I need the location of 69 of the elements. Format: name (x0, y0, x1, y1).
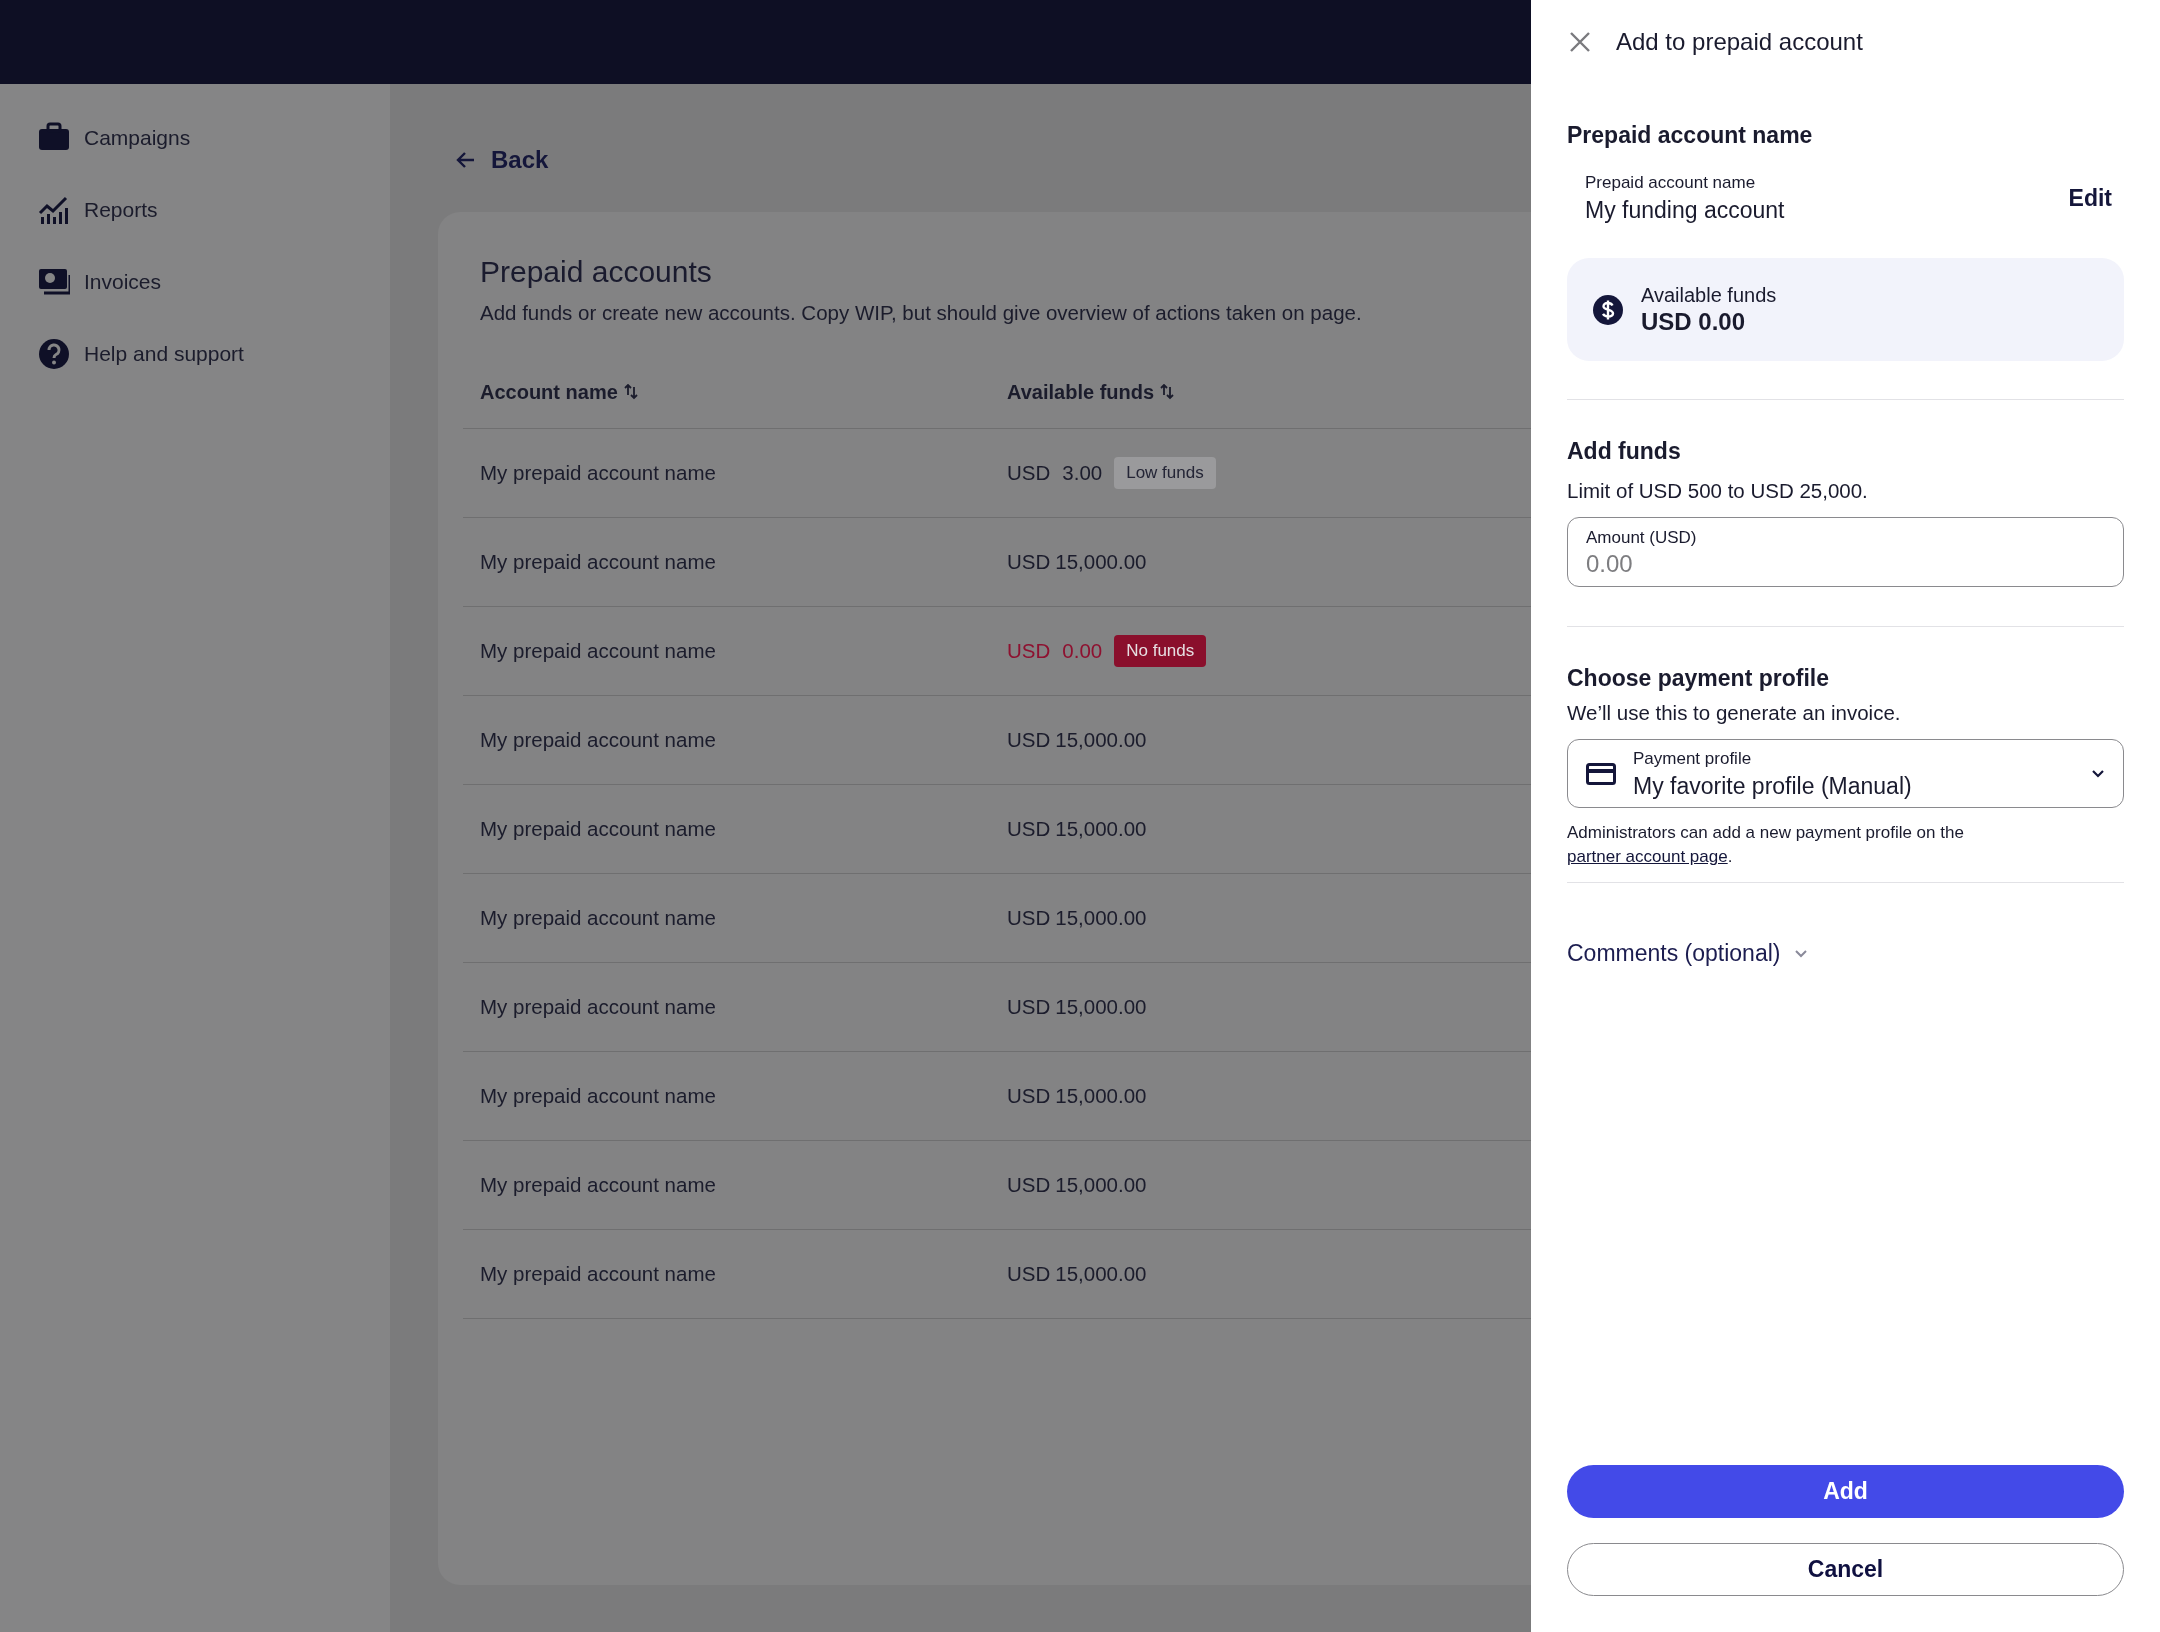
page-title: Prepaid accounts (480, 254, 712, 290)
currency-code: USD (1007, 1173, 1051, 1197)
fund-amount: 3.00 (1062, 461, 1103, 485)
sort-icon (623, 384, 638, 400)
account-name: My prepaid account name (480, 550, 716, 574)
currency-code: USD (1007, 817, 1051, 841)
cancel-button[interactable]: Cancel (1567, 1543, 2124, 1596)
section-heading: Choose payment profile (1567, 664, 1829, 693)
funds-label: Available funds (1641, 282, 1777, 307)
fund-amount: 15,000.00 (1055, 817, 1147, 841)
close-icon (1569, 31, 1591, 53)
fund-amount: 15,000.00 (1055, 1262, 1147, 1286)
account-name: My prepaid account name (480, 1262, 716, 1286)
account-name: My prepaid account name (480, 817, 716, 841)
sort-icon (1160, 384, 1175, 400)
credit-card-icon (1586, 762, 1616, 785)
fund-amount: 15,000.00 (1055, 728, 1147, 752)
fund-amount: 15,000.00 (1055, 1173, 1147, 1197)
funds-value: USD 0.00 (1641, 306, 1747, 337)
fund-amount: 15,000.00 (1055, 906, 1147, 930)
fund-amount: 15,000.00 (1055, 550, 1147, 574)
currency-code: USD (1007, 1084, 1051, 1108)
account-name: My prepaid account name (480, 1084, 716, 1108)
field-label: Prepaid account name (1585, 172, 1757, 194)
partner-account-link[interactable]: partner account page (1567, 847, 1728, 866)
close-button[interactable] (1569, 31, 1591, 53)
chevron-down-icon (2091, 769, 2105, 778)
section-heading: Prepaid account name (1567, 121, 1813, 150)
field-value: My funding account (1585, 196, 1785, 225)
section-hint: Limit of USD 500 to USD 25,000. (1567, 478, 1868, 504)
sidebar-item[interactable]: Invoices (38, 265, 162, 299)
column-header[interactable]: Account name (480, 380, 638, 404)
payment-profile-select[interactable]: Payment profile My favorite profile (Manual) (1567, 739, 2124, 808)
banknotes-icon (38, 266, 70, 298)
account-name: My prepaid account name (480, 639, 716, 663)
account-name: My prepaid account name (480, 906, 716, 930)
account-name: My prepaid account name (480, 1173, 716, 1197)
dollar-icon (1593, 294, 1623, 325)
fund-amount: 15,000.00 (1055, 1084, 1147, 1108)
currency-code: USD (1007, 995, 1051, 1019)
drawer-title: Add to prepaid account (1616, 28, 1863, 56)
edit-button[interactable]: Edit (2068, 184, 2124, 212)
account-name: My prepaid account name (480, 728, 716, 752)
fund-amount: 15,000.00 (1055, 995, 1147, 1019)
sidebar-item[interactable]: Help and support (38, 337, 244, 371)
currency-code: USD (1007, 639, 1051, 663)
sidebar-item[interactable]: Reports (38, 193, 158, 227)
account-name: My prepaid account name (480, 461, 716, 485)
currency-code: USD (1007, 461, 1051, 485)
chart-icon (38, 194, 70, 226)
currency-code: USD (1007, 728, 1051, 752)
comments-toggle[interactable]: Comments (optional) (1567, 938, 1809, 968)
sidebar-item[interactable]: Campaigns (38, 121, 191, 155)
section-hint: We’ll use this to generate an invoice. (1567, 700, 1901, 726)
back-link[interactable]: Back (455, 144, 549, 176)
status-badge: No funds (1114, 635, 1207, 667)
currency-code: USD (1007, 906, 1051, 930)
currency-code: USD (1007, 550, 1051, 574)
section-heading: Add funds (1567, 437, 1681, 466)
account-name: My prepaid account name (480, 995, 716, 1019)
field-label: Amount (USD) (1586, 527, 1697, 549)
help-text: Administrators can add a new payment profile on the partner account page. (1567, 822, 1965, 868)
status-badge: Low funds (1114, 457, 1216, 489)
currency-code: USD (1007, 1262, 1051, 1286)
help-icon (38, 338, 70, 370)
fund-amount: 0.00 (1062, 639, 1103, 663)
add-button[interactable]: Add (1567, 1465, 2124, 1518)
column-header[interactable]: Available funds (1007, 380, 1175, 404)
page-description: Add funds or create new accounts. Copy WIP, but should give overview of actions taken on page. (480, 300, 1362, 326)
